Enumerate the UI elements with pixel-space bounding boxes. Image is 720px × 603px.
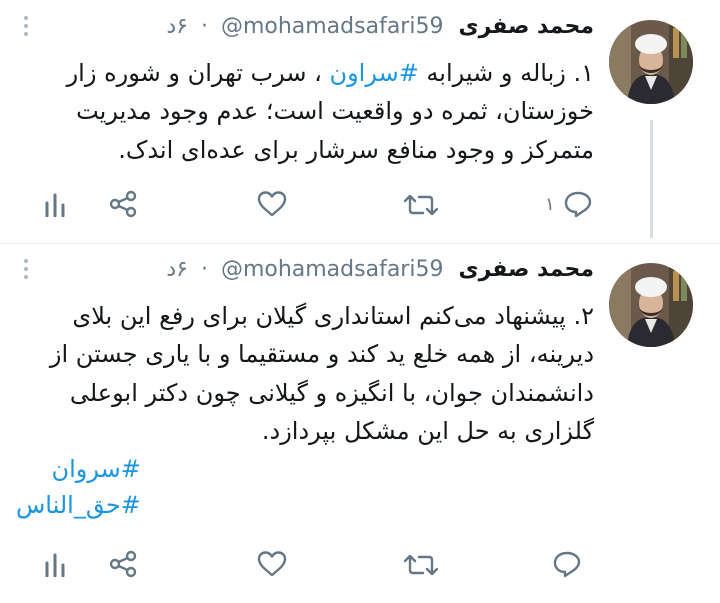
like-button[interactable] bbox=[257, 191, 287, 217]
thread-connector bbox=[650, 120, 653, 238]
tweet-text-part: ۱. زباله و شیرابه bbox=[418, 59, 594, 87]
author-handle[interactable]: @mohamadsafari59 bbox=[221, 14, 444, 39]
avatar[interactable] bbox=[609, 20, 693, 104]
share-button[interactable] bbox=[108, 550, 138, 578]
separator-dot: · bbox=[200, 257, 208, 282]
reply-icon bbox=[564, 191, 591, 218]
author-handle[interactable]: @mohamadsafari59 bbox=[221, 257, 444, 282]
tweet-2[interactable]: محمد صفری @mohamadsafari59 · ۶د ۲. پیشنه… bbox=[0, 243, 720, 603]
retweet-icon bbox=[404, 194, 438, 216]
reply-button[interactable]: ۱ bbox=[545, 190, 593, 218]
tweet-text: ۲. پیشنهاد می‌کنم استانداری گیلان برای ر… bbox=[49, 302, 594, 446]
timestamp[interactable]: ۶د bbox=[166, 14, 188, 39]
share-button[interactable] bbox=[108, 190, 138, 218]
retweet-icon bbox=[404, 554, 438, 576]
like-icon bbox=[257, 551, 287, 577]
author-name[interactable]: محمد صفری bbox=[458, 257, 594, 282]
tweet-1[interactable]: محمد صفری @mohamadsafari59 · ۶د ۱. زباله… bbox=[0, 0, 720, 243]
like-button[interactable] bbox=[257, 551, 287, 577]
analytics-icon bbox=[45, 553, 65, 577]
hashtag-link[interactable]: #سراون bbox=[329, 59, 418, 87]
separator-dot: · bbox=[200, 14, 208, 39]
tweet-text: ۱. زباله و شیرابه #سراون ، سرب تهران و ش… bbox=[18, 54, 594, 169]
reply-button[interactable] bbox=[552, 550, 582, 578]
avatar[interactable] bbox=[609, 263, 693, 347]
author-name[interactable]: محمد صفری bbox=[458, 14, 594, 39]
timestamp[interactable]: ۶د bbox=[166, 257, 188, 282]
retweet-button[interactable] bbox=[404, 552, 438, 578]
hashtag-list: #سروان #حق_الناس bbox=[16, 451, 141, 523]
retweet-button[interactable] bbox=[404, 192, 438, 218]
tweet-header: محمد صفری @mohamadsafari59 · ۶د bbox=[166, 257, 594, 282]
share-icon bbox=[109, 550, 137, 578]
reply-icon bbox=[553, 551, 581, 578]
hashtag-link[interactable]: #سروان bbox=[16, 451, 140, 487]
reply-count: ۱ bbox=[545, 193, 555, 215]
like-icon bbox=[257, 191, 287, 217]
share-icon bbox=[109, 190, 137, 218]
more-options-icon[interactable] bbox=[24, 16, 30, 40]
analytics-button[interactable] bbox=[44, 193, 66, 217]
more-options-icon[interactable] bbox=[24, 259, 30, 283]
analytics-icon bbox=[45, 193, 65, 217]
tweet-header: محمد صفری @mohamadsafari59 · ۶د bbox=[166, 14, 594, 39]
analytics-button[interactable] bbox=[44, 553, 66, 577]
hashtag-link[interactable]: #حق_الناس bbox=[16, 487, 141, 523]
